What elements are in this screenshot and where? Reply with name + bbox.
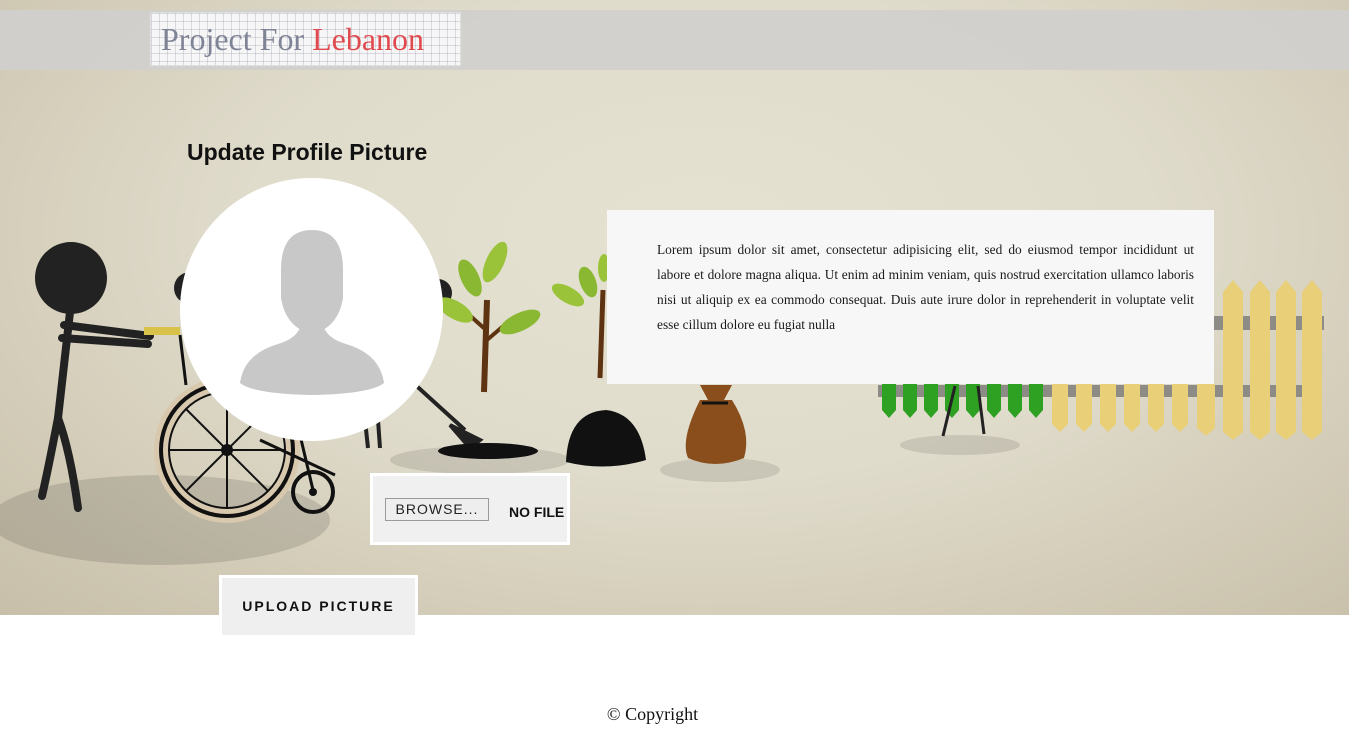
browse-button[interactable]: BROWSE... [385,498,489,521]
logo-text-lebanon: Lebanon [312,20,425,57]
soil-mound-graphic [566,410,646,467]
info-panel: Lorem ipsum dolor sit amet, consectetur … [607,210,1214,384]
info-text: Lorem ipsum dolor sit amet, consectetur … [657,242,1194,332]
file-status-label: NO FILE [509,504,565,520]
sapling-graphic [437,241,541,393]
page: Project For Lebanon Update Profile Pictu… [0,0,1349,737]
upload-picture-button[interactable]: UPLOAD PICTURE [219,575,418,638]
stick-figure-graphic [35,242,154,512]
site-logo[interactable]: Project For Lebanon [150,12,461,66]
seed-sack-graphic [685,385,747,464]
user-silhouette-icon [240,230,384,395]
footer-copyright: © Copyright [606,704,699,724]
sapling-graphic-2 [551,254,610,379]
logo-text-project-for: Project For [161,20,305,57]
file-input: BROWSE... NO FILE [370,473,570,545]
avatar [180,178,443,441]
soil-patch-graphic [438,443,538,459]
page-title: Update Profile Picture [187,139,428,165]
